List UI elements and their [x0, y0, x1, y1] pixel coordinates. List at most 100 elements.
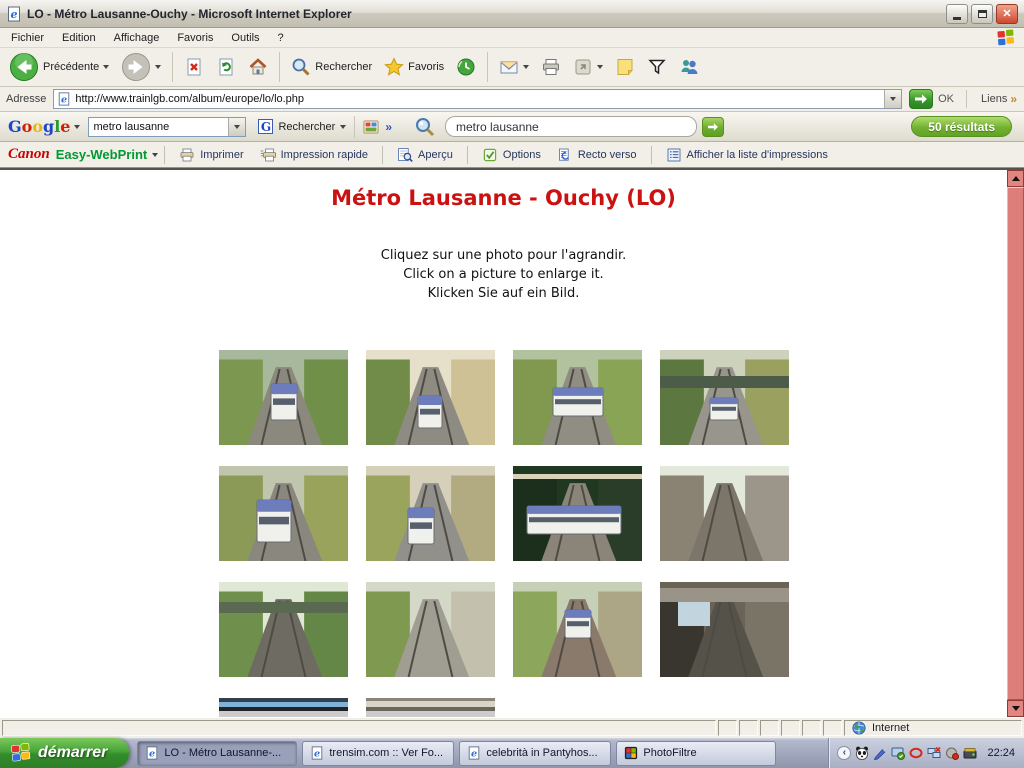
- windows-logo-icon: [996, 29, 1016, 47]
- google-search-button[interactable]: G Rechercher: [258, 119, 346, 134]
- status-pane: [760, 720, 779, 736]
- photo-thumbnail-photo-11[interactable]: [513, 582, 642, 677]
- google-search-dropdown-icon[interactable]: [340, 125, 346, 129]
- edit-icon: [573, 57, 593, 77]
- go-button[interactable]: [909, 89, 933, 109]
- close-button[interactable]: ✕: [996, 4, 1018, 24]
- stop-icon: [184, 57, 204, 77]
- photo-thumbnail-photo-08[interactable]: [660, 466, 789, 561]
- links-label[interactable]: Liens: [981, 93, 1007, 105]
- photos-icon[interactable]: [363, 119, 379, 135]
- live-search-go-button[interactable]: [702, 117, 724, 137]
- restore-button[interactable]: [971, 4, 993, 24]
- scroll-up-button[interactable]: [1007, 170, 1024, 187]
- results-badge-label: 50 résultats: [928, 120, 995, 134]
- google-logo[interactable]: Google: [8, 117, 70, 136]
- discuss-button[interactable]: [610, 55, 640, 79]
- page-scrollbar[interactable]: [1007, 170, 1024, 717]
- go-label: OK: [938, 93, 954, 105]
- taskbar-window-lo[interactable]: e LO - Métro Lausanne-...: [137, 741, 297, 766]
- menu-aide[interactable]: ?: [269, 30, 293, 46]
- google-search-input[interactable]: metro lausanne: [88, 117, 246, 137]
- taskbar-window-trensim[interactable]: e trensim.com :: Ver Fo...: [302, 741, 454, 766]
- instruction-en: Click on a picture to enlarge it.: [0, 265, 1007, 284]
- google-menu-icon[interactable]: [74, 125, 80, 129]
- history-button[interactable]: [451, 55, 481, 79]
- taskbar-clock[interactable]: 22:24: [987, 747, 1015, 759]
- edit-button[interactable]: [568, 55, 608, 79]
- photo-thumbnail-photo-14[interactable]: [366, 698, 495, 717]
- photofiltre-tray-icon[interactable]: [909, 746, 923, 760]
- print-button[interactable]: [536, 55, 566, 79]
- taskbar-window-celebrita[interactable]: e celebrità in Pantyhos...: [459, 741, 611, 766]
- scanner-tray-icon[interactable]: [963, 746, 977, 760]
- status-pane: [802, 720, 821, 736]
- update-tray-icon[interactable]: [945, 746, 959, 760]
- printer-icon: [541, 57, 561, 77]
- menu-affichage[interactable]: Affichage: [105, 30, 169, 46]
- menu-edition[interactable]: Edition: [53, 30, 105, 46]
- photo-thumbnail-photo-02[interactable]: [366, 350, 495, 445]
- photo-thumbnail-photo-03[interactable]: [513, 350, 642, 445]
- photo-thumbnail-photo-13[interactable]: [219, 698, 348, 717]
- address-dropdown-button[interactable]: [884, 90, 901, 108]
- canon-options-button[interactable]: Options: [474, 147, 549, 163]
- photo-thumbnail-photo-12[interactable]: [660, 582, 789, 677]
- refresh-button[interactable]: [211, 55, 241, 79]
- ie-page-icon: e: [467, 746, 481, 760]
- canon-duplex-button[interactable]: Recto verso: [549, 147, 645, 163]
- canon-menu-icon[interactable]: [152, 153, 158, 157]
- ie-page-icon: e: [145, 746, 159, 760]
- scrollbar-thumb[interactable]: [1007, 187, 1024, 700]
- live-search-query: metro lausanne: [456, 120, 539, 134]
- menu-outils[interactable]: Outils: [222, 30, 268, 46]
- address-input[interactable]: e http://www.trainlgb.com/album/europe/l…: [53, 89, 902, 109]
- canon-preview-button[interactable]: Aperçu: [389, 147, 461, 163]
- favorites-button[interactable]: Favoris: [379, 55, 449, 79]
- canon-print-label: Imprimer: [200, 149, 243, 161]
- start-button[interactable]: démarrer: [0, 738, 129, 768]
- results-badge[interactable]: 50 résultats: [911, 116, 1012, 137]
- stop-button[interactable]: [179, 55, 209, 79]
- pen-tray-icon[interactable]: [873, 746, 887, 760]
- forward-dropdown-icon[interactable]: [155, 65, 161, 69]
- canon-print-list-label: Afficher la liste d'impressions: [687, 149, 828, 161]
- canon-print-button[interactable]: Imprimer: [171, 147, 251, 163]
- filter-button[interactable]: [642, 55, 672, 79]
- edit-dropdown-icon[interactable]: [597, 65, 603, 69]
- photo-thumbnail-photo-05[interactable]: [219, 466, 348, 561]
- favorites-star-icon: [384, 57, 404, 77]
- easy-webprint-label[interactable]: Easy-WebPrint: [56, 147, 148, 162]
- mail-button[interactable]: [494, 55, 534, 79]
- photo-thumbnail-photo-10[interactable]: [366, 582, 495, 677]
- photo-thumbnail-photo-01[interactable]: [219, 350, 348, 445]
- google-history-dropdown[interactable]: [228, 118, 245, 136]
- photo-thumbnail-photo-07[interactable]: [513, 466, 642, 561]
- forward-button[interactable]: [116, 50, 166, 84]
- canon-print-list-button[interactable]: Afficher la liste d'impressions: [658, 147, 836, 163]
- home-button[interactable]: [243, 55, 273, 79]
- go-arrow-icon: [914, 93, 928, 105]
- messenger-button[interactable]: [674, 55, 704, 79]
- tray-collapse-chevron-icon[interactable]: ‹: [837, 746, 851, 760]
- photo-thumbnail-photo-06[interactable]: [366, 466, 495, 561]
- back-button[interactable]: Précédente: [4, 50, 114, 84]
- scroll-down-button[interactable]: [1007, 700, 1024, 717]
- photo-thumbnail-photo-04[interactable]: [660, 350, 789, 445]
- menu-favoris[interactable]: Favoris: [168, 30, 222, 46]
- links-chevron-icon[interactable]: »: [1010, 92, 1016, 106]
- security-tray-icon[interactable]: [891, 746, 905, 760]
- live-search-input[interactable]: metro lausanne: [445, 116, 697, 137]
- panda-tray-icon[interactable]: [855, 746, 869, 760]
- canon-quick-print-button[interactable]: Impression rapide: [252, 147, 376, 163]
- taskbar-window-photofiltre[interactable]: PhotoFiltre: [616, 741, 776, 766]
- mail-dropdown-icon[interactable]: [523, 65, 529, 69]
- menu-fichier[interactable]: Fichier: [2, 30, 53, 46]
- back-dropdown-icon[interactable]: [103, 65, 109, 69]
- minimize-button[interactable]: [946, 4, 968, 24]
- photo-thumbnail-photo-09[interactable]: [219, 582, 348, 677]
- canon-quick-print-label: Impression rapide: [281, 149, 368, 161]
- google-more-icon[interactable]: »: [385, 120, 391, 134]
- search-button[interactable]: Rechercher: [286, 55, 377, 79]
- network-offline-tray-icon[interactable]: [927, 746, 941, 760]
